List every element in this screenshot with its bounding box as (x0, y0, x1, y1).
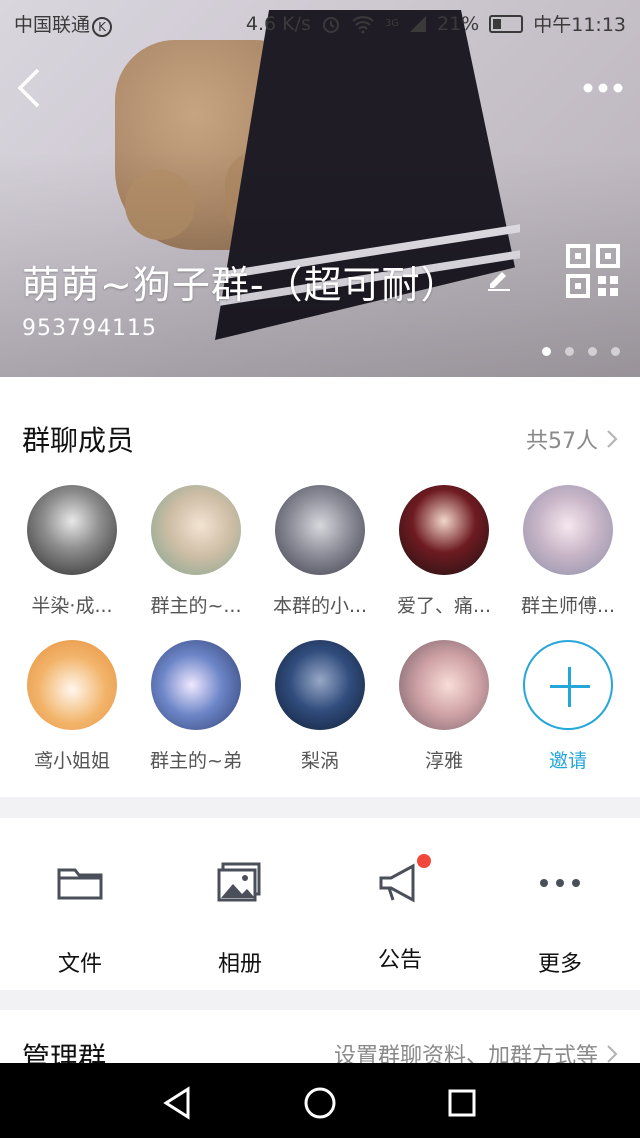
member-item[interactable]: 本群的小... (258, 485, 382, 618)
avatar (399, 485, 489, 575)
carrier-label: 中国联通 (14, 14, 91, 36)
edit-icon[interactable] (484, 262, 514, 292)
chevron-right-icon (607, 430, 618, 448)
qr-code-icon[interactable] (566, 244, 620, 298)
avatar (151, 640, 241, 730)
invite-button[interactable]: 邀请 (506, 640, 630, 773)
member-item[interactable]: 淳雅 (382, 640, 506, 773)
group-profile-screen: 中国联通 K 4.6 K/s 3G 21% 中午11:13 萌萌~狗子群-（超可耐… (0, 0, 640, 1138)
members-count-link[interactable]: 共57人 (526, 423, 618, 455)
member-item[interactable]: 鸢小姐姐 (10, 640, 134, 773)
signal-badge: 3G (384, 18, 399, 29)
folder-icon (57, 868, 103, 900)
battery-percent: 21% (437, 12, 480, 35)
wifi-icon (352, 15, 374, 33)
clock: 中午11:13 (533, 14, 626, 36)
avatar (275, 640, 365, 730)
avatar (399, 640, 489, 730)
album-icon (217, 862, 261, 902)
unread-dot (417, 854, 431, 868)
member-item[interactable]: 半染·成... (10, 485, 134, 618)
status-bar: 中国联通 K 4.6 K/s 3G 21% 中午11:13 (0, 0, 640, 44)
member-item[interactable]: 爱了、痛... (382, 485, 506, 618)
files-button[interactable]: 文件 (0, 858, 160, 978)
more-options-icon[interactable] (582, 78, 624, 98)
network-speed: 4.6 K/s (245, 12, 311, 35)
more-button[interactable]: 更多 (480, 858, 640, 978)
avatar (27, 640, 117, 730)
chevron-right-icon (607, 1045, 618, 1063)
member-item[interactable]: 群主的~... (134, 485, 258, 618)
system-nav-bar (0, 1063, 640, 1138)
avatar (151, 485, 241, 575)
plus-icon (523, 640, 613, 730)
carrier-badge: K (92, 17, 113, 37)
avatar (27, 485, 117, 575)
nav-back-icon[interactable] (158, 1083, 198, 1123)
battery-icon (489, 14, 524, 33)
members-title: 群聊成员 (22, 424, 135, 457)
alarm-icon (322, 16, 339, 33)
nav-home-icon[interactable] (300, 1083, 340, 1123)
nav-recents-icon[interactable] (442, 1083, 482, 1123)
group-name: 萌萌~狗子群-（超可耐） (22, 263, 460, 307)
actions-section: 文件 相册 公告 更多 (0, 818, 640, 990)
more-icon (540, 879, 580, 887)
member-item[interactable]: 梨涡 (258, 640, 382, 773)
member-item[interactable]: 群主师傅... (506, 485, 630, 618)
avatar (523, 485, 613, 575)
group-id: 953794115 (22, 316, 157, 341)
back-icon[interactable] (12, 66, 48, 110)
album-button[interactable]: 相册 (160, 858, 320, 978)
page-indicator (542, 347, 620, 356)
announcement-button[interactable]: 公告 (320, 854, 480, 974)
announcement-icon (379, 863, 415, 903)
member-item[interactable]: 群主的~弟 (134, 640, 258, 773)
members-section: 群聊成员 共57人 半染·成... 群主的~... 本群的小... 爱了、痛..… (0, 377, 640, 797)
group-cover-image: 中国联通 K 4.6 K/s 3G 21% 中午11:13 萌萌~狗子群-（超可耐… (0, 0, 640, 377)
signal-icon (410, 15, 426, 32)
avatar (275, 485, 365, 575)
